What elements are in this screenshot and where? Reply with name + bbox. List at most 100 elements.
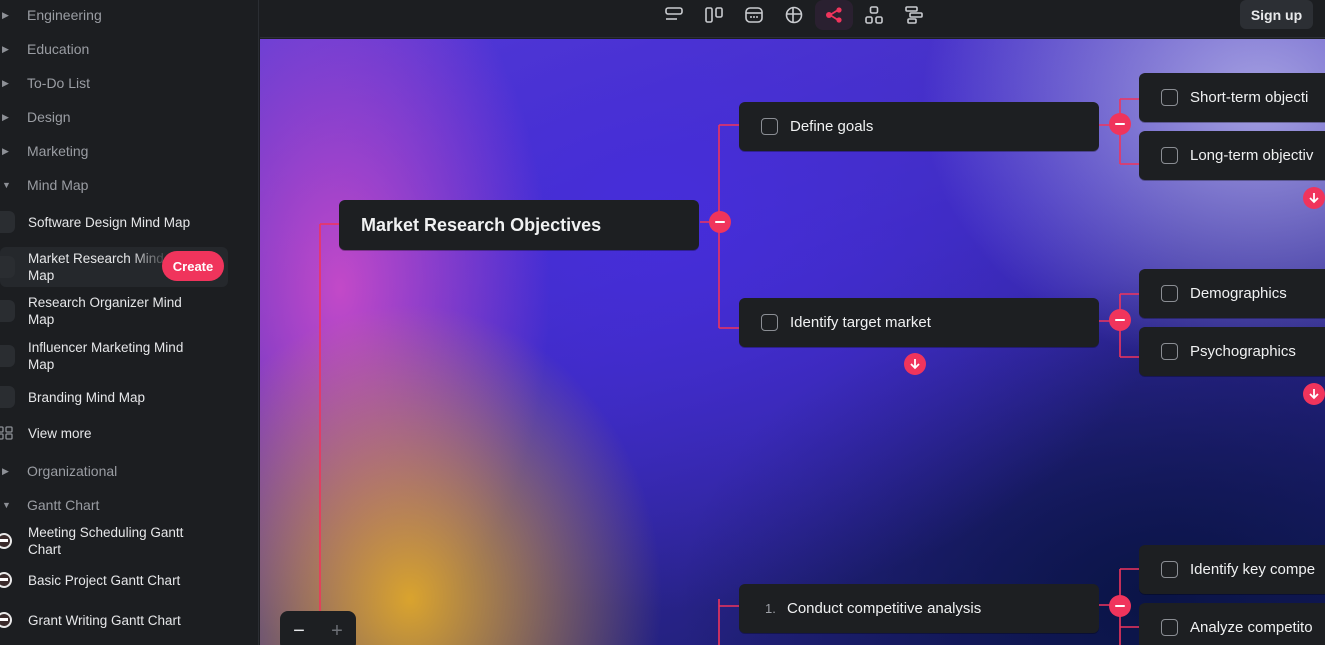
category-design[interactable]: ▶ Design bbox=[0, 105, 71, 129]
node-label: Identify target market bbox=[790, 314, 931, 331]
node-identify-key-competitors[interactable]: Identify key compe bbox=[1139, 545, 1325, 594]
template-research-organizer-mind-map[interactable]: Research Organizer Mind Map bbox=[0, 294, 228, 328]
template-branding-mind-map[interactable]: Branding Mind Map bbox=[0, 385, 228, 409]
node-define-goals[interactable]: Define goals bbox=[739, 102, 1099, 151]
category-label: Organizational bbox=[27, 463, 118, 479]
node-checkbox[interactable] bbox=[1161, 343, 1178, 360]
template-thumbnail bbox=[0, 386, 15, 408]
category-label: Mind Map bbox=[27, 177, 89, 193]
template-thumbnail bbox=[0, 300, 15, 322]
root-node[interactable]: Market Research Objectives bbox=[339, 200, 699, 250]
template-meeting-scheduling-gantt-chart[interactable]: Meeting Scheduling Gantt Chart bbox=[0, 524, 228, 558]
expand-down-icon[interactable] bbox=[1303, 383, 1325, 405]
avatar-icon bbox=[0, 608, 15, 632]
gantt-view-icon[interactable] bbox=[895, 0, 933, 30]
template-software-design-mind-map[interactable]: Software Design Mind Map bbox=[0, 205, 228, 239]
node-long-term-objectives[interactable]: Long-term objectiv bbox=[1139, 131, 1325, 180]
category-organizational[interactable]: ▶ Organizational bbox=[0, 459, 117, 483]
node-label: Conduct competitive analysis bbox=[787, 600, 982, 617]
caret-right-icon: ▶ bbox=[2, 465, 9, 476]
collapse-toggle-icon[interactable] bbox=[709, 211, 731, 233]
org-chart-view-icon[interactable] bbox=[855, 0, 893, 30]
avatar-icon bbox=[0, 529, 15, 553]
collapse-toggle-icon[interactable] bbox=[1109, 595, 1131, 617]
caret-down-icon: ▼ bbox=[2, 500, 11, 510]
zoom-control: − + bbox=[280, 611, 356, 645]
node-label: Demographics bbox=[1190, 285, 1287, 302]
category-label: Marketing bbox=[27, 143, 89, 159]
category-label: Gantt Chart bbox=[27, 497, 100, 513]
zoom-in-button[interactable]: + bbox=[318, 621, 356, 641]
node-checkbox[interactable] bbox=[1161, 561, 1178, 578]
node-label: Psychographics bbox=[1190, 343, 1296, 360]
caret-right-icon: ▶ bbox=[2, 77, 9, 88]
node-label: Identify key compe bbox=[1190, 561, 1316, 578]
mind-map-canvas[interactable]: Market Research Objectives Define goals … bbox=[260, 39, 1325, 645]
mindmap-view-icon[interactable] bbox=[815, 0, 853, 30]
template-label: Meeting Scheduling Gantt Chart bbox=[28, 525, 184, 557]
view-more-button[interactable]: View more bbox=[0, 421, 228, 445]
node-checkbox[interactable] bbox=[1161, 89, 1178, 106]
view-more-label: View more bbox=[28, 425, 92, 441]
expand-down-icon[interactable] bbox=[1303, 187, 1325, 209]
template-label: Basic Project Gantt Chart bbox=[28, 572, 181, 588]
node-checkbox[interactable] bbox=[1161, 285, 1178, 302]
category-marketing[interactable]: ▶ Marketing bbox=[0, 139, 88, 163]
caret-right-icon: ▶ bbox=[2, 111, 9, 122]
category-label: Education bbox=[27, 41, 90, 57]
node-checkbox[interactable] bbox=[1161, 147, 1178, 164]
sign-up-button[interactable]: Sign up bbox=[1240, 0, 1313, 29]
template-grant-writing-gantt-chart[interactable]: Grant Writing Gantt Chart bbox=[0, 603, 228, 637]
node-psychographics[interactable]: Psychographics bbox=[1139, 327, 1325, 376]
grid-icon bbox=[0, 421, 15, 445]
expand-down-icon[interactable] bbox=[904, 353, 926, 375]
table-view-icon[interactable] bbox=[775, 0, 813, 30]
node-checkbox[interactable] bbox=[761, 118, 778, 135]
category-engineering[interactable]: ▶ Engineering bbox=[0, 3, 102, 27]
caret-right-icon: ▶ bbox=[2, 9, 9, 20]
template-thumbnail bbox=[0, 256, 15, 278]
node-demographics[interactable]: Demographics bbox=[1139, 269, 1325, 318]
node-label: Analyze competito bbox=[1190, 619, 1313, 636]
view-toolbar: Sign up bbox=[260, 0, 1325, 38]
node-checkbox[interactable] bbox=[761, 314, 778, 331]
root-node-label: Market Research Objectives bbox=[361, 214, 602, 235]
caret-down-icon: ▼ bbox=[2, 180, 11, 190]
node-analyze-competitors[interactable]: Analyze competito bbox=[1139, 603, 1325, 645]
category-mind-map[interactable]: ▼ Mind Map bbox=[0, 173, 88, 197]
category-label: To-Do List bbox=[27, 75, 91, 91]
node-number: 1. bbox=[765, 601, 776, 616]
node-short-term-objectives[interactable]: Short-term objecti bbox=[1139, 73, 1325, 122]
kanban-view-icon[interactable] bbox=[695, 0, 733, 30]
collapse-toggle-icon[interactable] bbox=[1109, 309, 1131, 331]
outline-view-icon[interactable] bbox=[655, 0, 693, 30]
template-sidebar: ▶ Engineering ▶ Education ▶ To-Do List ▶… bbox=[0, 0, 259, 645]
category-label: Design bbox=[27, 109, 71, 125]
category-label: Engineering bbox=[27, 7, 102, 23]
category-education[interactable]: ▶ Education bbox=[0, 37, 89, 61]
template-label: Software Design Mind Map bbox=[28, 214, 191, 230]
node-conduct-competitive-analysis[interactable]: 1. Conduct competitive analysis bbox=[739, 584, 1099, 633]
node-label: Short-term objecti bbox=[1190, 89, 1309, 106]
template-thumbnail bbox=[0, 211, 15, 233]
avatar-icon bbox=[0, 568, 15, 592]
node-label: Define goals bbox=[790, 118, 874, 135]
node-label: Long-term objectiv bbox=[1190, 147, 1314, 164]
template-influencer-marketing-mind-map[interactable]: Influencer Marketing Mind Map bbox=[0, 339, 228, 373]
category-gantt-chart[interactable]: ▼ Gantt Chart bbox=[0, 493, 99, 517]
template-label: Research Organizer Mind Map bbox=[28, 295, 182, 327]
node-checkbox[interactable] bbox=[1161, 619, 1178, 636]
collapse-toggle-icon[interactable] bbox=[1109, 113, 1131, 135]
calendar-view-icon[interactable] bbox=[735, 0, 773, 30]
category-to-do-list[interactable]: ▶ To-Do List bbox=[0, 71, 90, 95]
template-label: Branding Mind Map bbox=[28, 389, 146, 405]
node-identify-target-market[interactable]: Identify target market bbox=[739, 298, 1099, 347]
zoom-out-button[interactable]: − bbox=[280, 621, 318, 641]
template-basic-project-gantt-chart[interactable]: Basic Project Gantt Chart bbox=[0, 568, 228, 592]
caret-right-icon: ▶ bbox=[2, 43, 9, 54]
template-thumbnail bbox=[0, 345, 15, 367]
caret-right-icon: ▶ bbox=[2, 145, 9, 156]
template-label: Influencer Marketing Mind Map bbox=[28, 340, 184, 372]
template-label: Grant Writing Gantt Chart bbox=[28, 612, 181, 628]
create-button[interactable]: Create bbox=[162, 251, 224, 281]
